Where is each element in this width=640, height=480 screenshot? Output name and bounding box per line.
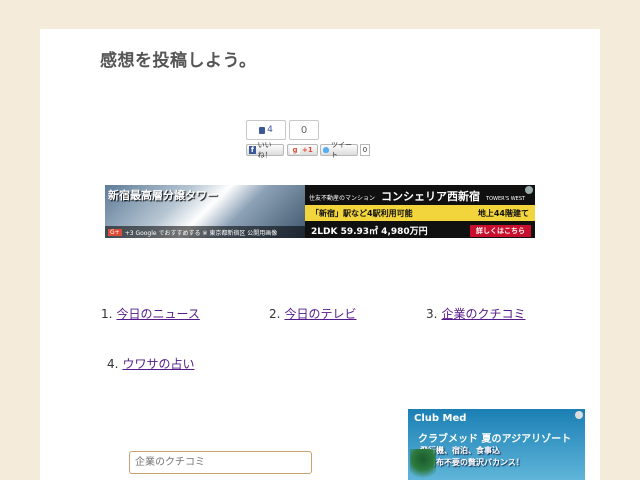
like-count: 4: [267, 125, 273, 135]
banner-details-button[interactable]: 詳しくはこちら: [470, 224, 531, 237]
banner-left-footer: G+ +3 Google でおすすめする ※ 東京都新宿区 公開用画像: [105, 226, 305, 238]
banner-price-text: 2LDK 59.93㎡ 4,980万円: [311, 227, 428, 237]
link-number: 4.: [107, 357, 119, 371]
link-item-4: 4. ウワサの占い: [107, 355, 194, 372]
facebook-like-button[interactable]: f いいね！: [246, 141, 284, 159]
clubmed-logo: Club Med: [414, 413, 467, 424]
link-rumor-fortune[interactable]: ウワサの占い: [122, 357, 194, 371]
facebook-icon: f: [249, 146, 256, 154]
link-today-news[interactable]: 今日のニュース: [116, 307, 199, 321]
link-item-1: 1. 今日のニュース: [101, 305, 200, 322]
clubmed-title: クラブメッド 夏のアジアリゾート: [418, 434, 572, 445]
banner-footer-text: +3 Google でおすすめする ※ 東京都新宿区 公開用画像: [124, 229, 278, 237]
adchoices-icon[interactable]: [575, 411, 583, 419]
tweet-label: ツイート: [331, 141, 352, 159]
google-plus-button[interactable]: g +1: [287, 144, 318, 156]
twitter-bird-icon: [323, 147, 329, 153]
banner-station-text: 「新宿」駅など4駅利用可能: [311, 208, 413, 218]
link-company-reviews[interactable]: 企業のクチコミ: [441, 307, 525, 321]
google-plus-icon: g: [290, 146, 300, 154]
palm-tree-image: [410, 449, 436, 480]
tweet-count: 0: [360, 144, 370, 156]
link-item-2: 2. 今日のテレビ: [269, 305, 356, 322]
banner-tower-image: 新宿最高層分譲タワー G+ +3 Google でおすすめする ※ 東京都新宿区…: [105, 185, 305, 238]
facebook-like-label: いいね！: [257, 141, 272, 159]
banner-top-row: 住友不動産のマンション コンシェリア西新宿 TOWER'S WEST: [309, 188, 525, 204]
apartment-banner-ad[interactable]: 新宿最高層分譲タワー G+ +3 Google でおすすめする ※ 東京都新宿区…: [105, 185, 535, 238]
thumbs-up-icon: [259, 126, 266, 134]
clubmed-ad[interactable]: Club Med クラブメッド 夏のアジアリゾート 飛行機、宿泊、食事込 お財布…: [408, 409, 585, 480]
banner-floors-text: 地上44階建て: [477, 208, 529, 218]
banner-bottom-row: 2LDK 59.93㎡ 4,980万円 詳しくはこちら: [305, 223, 535, 238]
page-heading: 感想を投稿しよう。: [100, 51, 257, 71]
google-plus-mini-icon: G+: [108, 228, 122, 236]
banner-yellow-strip: 「新宿」駅など4駅利用可能 地上44階建て: [305, 205, 535, 221]
banner-brand-text: 住友不動産のマンション: [309, 195, 376, 202]
link-number: 2.: [269, 307, 281, 321]
adchoices-icon[interactable]: [525, 186, 533, 194]
google-plus-label: +1: [302, 146, 313, 154]
like-count-box[interactable]: 4: [246, 120, 286, 140]
tweet-button[interactable]: ツイート: [320, 141, 358, 159]
banner-left-title: 新宿最高層分譲タワー: [108, 189, 218, 202]
banner-property-name: コンシェリア西新宿: [381, 190, 481, 203]
link-number: 1.: [101, 307, 113, 321]
share-count-box: 0: [289, 120, 319, 140]
link-today-tv[interactable]: 今日のテレビ: [284, 307, 356, 321]
search-input[interactable]: [129, 451, 312, 474]
banner-tower-name: TOWER'S WEST: [486, 196, 526, 202]
link-number: 3.: [426, 307, 438, 321]
banner-right-panel: 住友不動産のマンション コンシェリア西新宿 TOWER'S WEST 「新宿」駅…: [305, 185, 535, 238]
link-item-3: 3. 企業のクチコミ: [426, 305, 525, 322]
